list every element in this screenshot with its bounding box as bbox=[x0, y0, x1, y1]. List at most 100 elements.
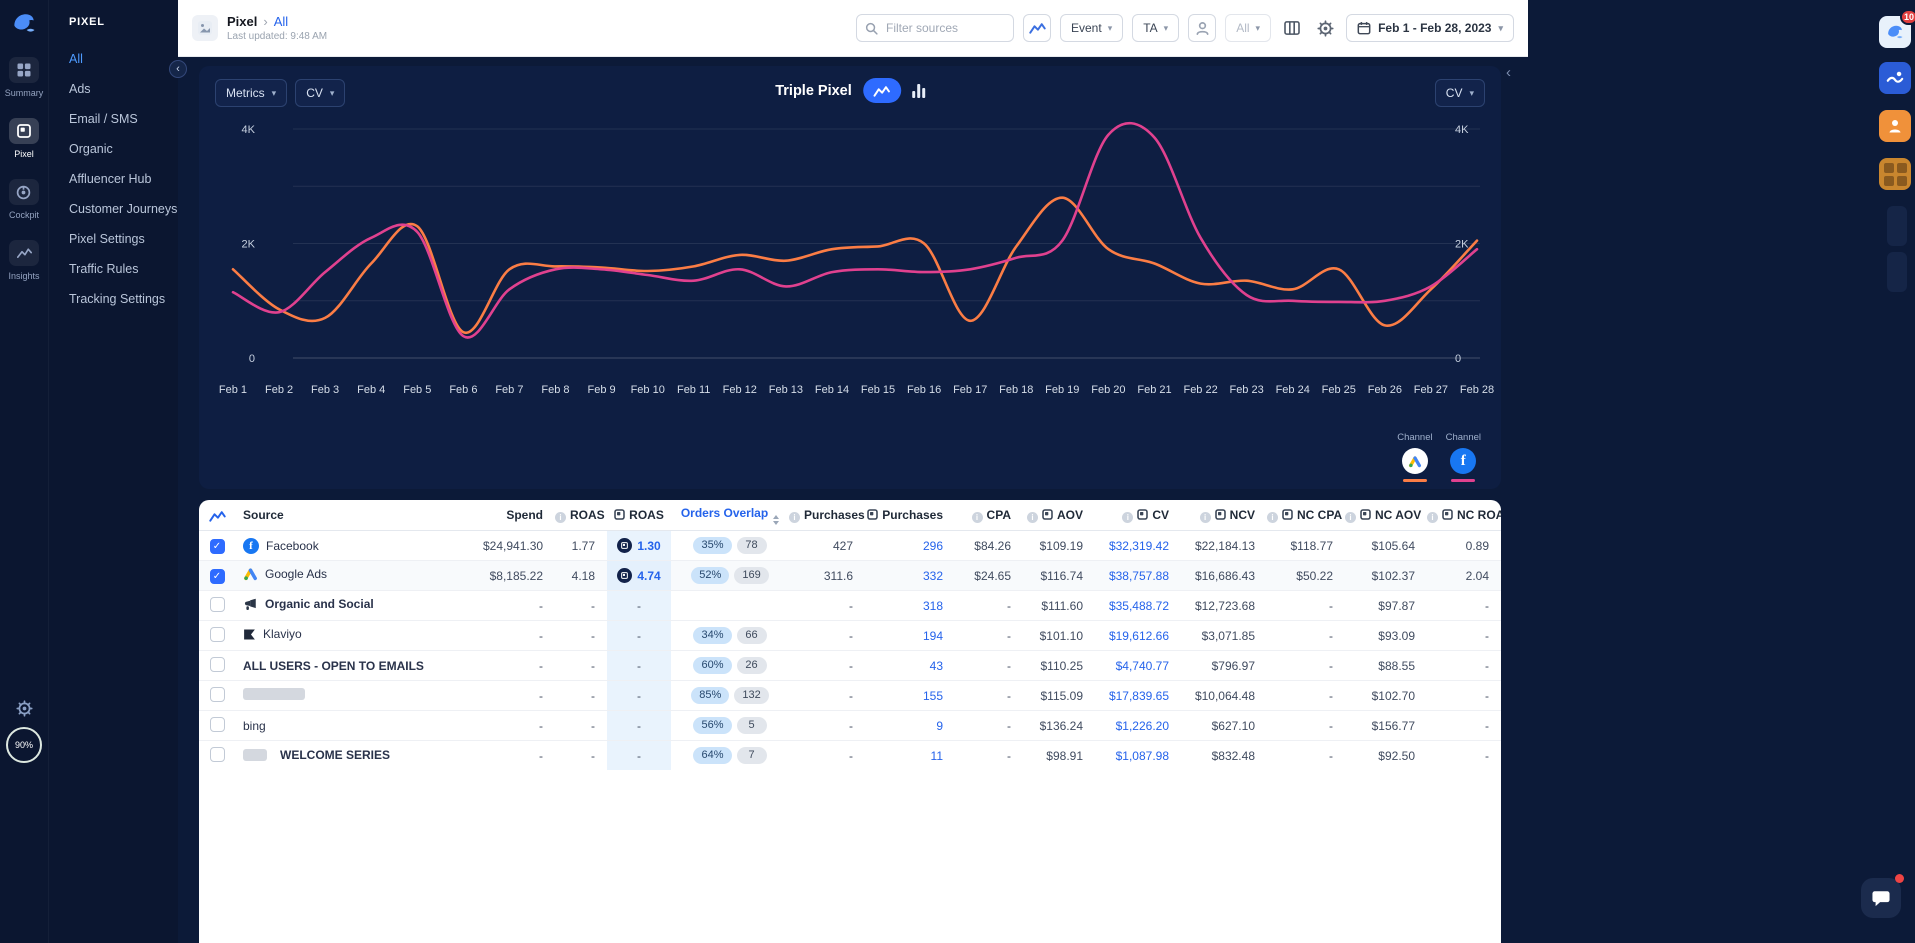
ppurchases-link[interactable]: 43 bbox=[930, 659, 943, 673]
subnav-item-ads[interactable]: Ads bbox=[69, 82, 178, 96]
col-ncroas[interactable]: iNC ROAS bbox=[1427, 500, 1501, 531]
ppurchases-link[interactable]: 11 bbox=[931, 749, 943, 763]
all-dropdown[interactable]: All▾ bbox=[1225, 14, 1271, 42]
overlap-count-pill[interactable]: 5 bbox=[737, 717, 767, 734]
col-cv[interactable]: iCV bbox=[1095, 500, 1181, 531]
collapse-sidebar-button[interactable]: ‹ bbox=[169, 60, 187, 78]
overlap-pct-pill[interactable]: 60% bbox=[693, 657, 731, 674]
overlap-pct-pill[interactable]: 34% bbox=[693, 627, 731, 644]
row-checkbox[interactable] bbox=[210, 627, 225, 642]
sidebar-item-cockpit[interactable]: Cockpit bbox=[9, 179, 39, 220]
sidebar-item-insights[interactable]: Insights bbox=[8, 240, 39, 281]
overlap-count-pill[interactable]: 66 bbox=[737, 627, 767, 644]
ppurchases-link[interactable]: 194 bbox=[923, 629, 943, 643]
col-spend[interactable]: Spend bbox=[483, 500, 555, 531]
app-tile-blue[interactable] bbox=[1879, 62, 1911, 94]
row-checkbox[interactable]: ✓ bbox=[210, 569, 225, 584]
subnav-item-tracking-settings[interactable]: Tracking Settings bbox=[69, 292, 178, 306]
overlap-pct-pill[interactable]: 64% bbox=[693, 747, 731, 764]
right-strip-panel[interactable] bbox=[1887, 206, 1907, 246]
cv-link[interactable]: $38,757.88 bbox=[1109, 569, 1169, 583]
subnav-item-organic[interactable]: Organic bbox=[69, 142, 178, 156]
legend-google[interactable]: Channel bbox=[1397, 432, 1432, 482]
row-checkbox[interactable]: ✓ bbox=[210, 539, 225, 554]
filter-sources-input[interactable] bbox=[884, 20, 1005, 36]
sidebar-item-summary[interactable]: Summary bbox=[5, 57, 44, 98]
row-checkbox[interactable] bbox=[210, 657, 225, 672]
subnav-item-all[interactable]: All bbox=[69, 52, 178, 66]
audience-button[interactable] bbox=[1188, 14, 1216, 42]
columns-icon[interactable] bbox=[1280, 21, 1304, 35]
col-aov[interactable]: iAOV bbox=[1023, 500, 1095, 531]
search-icon bbox=[865, 22, 878, 35]
gear-icon[interactable] bbox=[1313, 20, 1337, 37]
chart-view-button[interactable] bbox=[1023, 14, 1051, 42]
ppurchases-link[interactable]: 332 bbox=[923, 569, 943, 583]
usage-badge[interactable]: 90% bbox=[6, 727, 42, 763]
ppurchases-link[interactable]: 296 bbox=[923, 539, 943, 553]
subnav-item-email-sms[interactable]: Email / SMS bbox=[69, 112, 178, 126]
cv-link[interactable]: $17,839.65 bbox=[1109, 689, 1169, 703]
col-select[interactable] bbox=[199, 500, 235, 531]
row-checkbox[interactable] bbox=[210, 717, 225, 732]
event-dropdown[interactable]: Event▾ bbox=[1060, 14, 1123, 42]
overlap-pct-pill[interactable]: 56% bbox=[693, 717, 731, 734]
app-tile-avatar[interactable] bbox=[1879, 110, 1911, 142]
cv-link[interactable]: $32,319.42 bbox=[1109, 539, 1169, 553]
subnav-item-affluencer-hub[interactable]: Affluencer Hub bbox=[69, 172, 178, 186]
ppurchases-link[interactable]: 9 bbox=[936, 719, 943, 733]
cv-link[interactable]: $1,226.20 bbox=[1116, 719, 1169, 733]
overlap-count-pill[interactable]: 132 bbox=[734, 687, 768, 704]
cv-link[interactable]: $35,488.72 bbox=[1109, 599, 1169, 613]
cell-proas: - bbox=[607, 741, 671, 771]
sort-icon[interactable] bbox=[773, 515, 779, 525]
breadcrumb-pixel[interactable]: Pixel bbox=[227, 14, 257, 29]
filter-sources-search[interactable] bbox=[856, 14, 1014, 42]
col-source[interactable]: Source bbox=[235, 500, 483, 531]
right-strip-panel[interactable] bbox=[1887, 252, 1907, 292]
ppurchases-link[interactable]: 318 bbox=[923, 599, 943, 613]
col-ncaov[interactable]: iNC AOV bbox=[1345, 500, 1427, 531]
overlap-count-pill[interactable]: 26 bbox=[737, 657, 767, 674]
overlap-pct-pill[interactable]: 85% bbox=[691, 687, 729, 704]
cv-link[interactable]: $19,612.66 bbox=[1109, 629, 1169, 643]
row-checkbox[interactable] bbox=[210, 747, 225, 762]
cv-link[interactable]: $4,740.77 bbox=[1116, 659, 1169, 673]
col-roas[interactable]: iROAS bbox=[555, 500, 607, 531]
triple-whale-logo[interactable] bbox=[10, 9, 38, 37]
row-checkbox[interactable] bbox=[210, 687, 225, 702]
overlap-count-pill[interactable]: 78 bbox=[737, 537, 767, 554]
overlap-count-pill[interactable]: 7 bbox=[737, 747, 767, 764]
col-proas[interactable]: ROAS bbox=[607, 500, 671, 531]
ppurchases-link[interactable]: 155 bbox=[923, 689, 943, 703]
col-ncv[interactable]: iNCV bbox=[1181, 500, 1267, 531]
col-overlap[interactable]: Orders Overlap bbox=[671, 500, 789, 531]
bar-view-toggle[interactable] bbox=[912, 84, 925, 98]
overlap-pct-pill[interactable]: 35% bbox=[693, 537, 731, 554]
overlap-count-pill[interactable]: 169 bbox=[734, 567, 768, 584]
collapse-right-panel-button[interactable]: ‹ bbox=[1506, 64, 1511, 81]
subnav-item-customer-journeys[interactable]: Customer Journeys bbox=[69, 202, 178, 216]
settings-gear-icon[interactable] bbox=[16, 700, 33, 717]
cv-dropdown-left[interactable]: CV▾ bbox=[295, 79, 345, 107]
col-nccpa[interactable]: iNC CPA bbox=[1267, 500, 1345, 531]
overlap-pct-pill[interactable]: 52% bbox=[691, 567, 729, 584]
breadcrumb-all[interactable]: All bbox=[274, 14, 288, 29]
cell-spend: $8,185.22 bbox=[483, 561, 555, 591]
line-view-toggle[interactable] bbox=[863, 78, 901, 103]
subnav-item-traffic-rules[interactable]: Traffic Rules bbox=[69, 262, 178, 276]
date-range-picker[interactable]: Feb 1 - Feb 28, 2023 ▾ bbox=[1346, 14, 1514, 42]
col-ppurchases[interactable]: Purchases bbox=[865, 500, 955, 531]
col-cpa[interactable]: iCPA bbox=[955, 500, 1023, 531]
app-tile-grid[interactable] bbox=[1879, 158, 1911, 190]
row-checkbox[interactable] bbox=[210, 597, 225, 612]
metrics-dropdown[interactable]: Metrics▾ bbox=[215, 79, 287, 107]
legend-facebook[interactable]: Channel f bbox=[1446, 432, 1481, 482]
col-purchases[interactable]: iPurchases bbox=[789, 500, 865, 531]
subnav-item-pixel-settings[interactable]: Pixel Settings bbox=[69, 232, 178, 246]
cv-dropdown-right[interactable]: CV▾ bbox=[1435, 79, 1485, 107]
chat-launcher[interactable] bbox=[1861, 878, 1901, 918]
sidebar-item-pixel[interactable]: Pixel bbox=[9, 118, 39, 159]
cv-link[interactable]: $1,087.98 bbox=[1116, 749, 1169, 763]
ta-dropdown[interactable]: TA▾ bbox=[1132, 14, 1179, 42]
